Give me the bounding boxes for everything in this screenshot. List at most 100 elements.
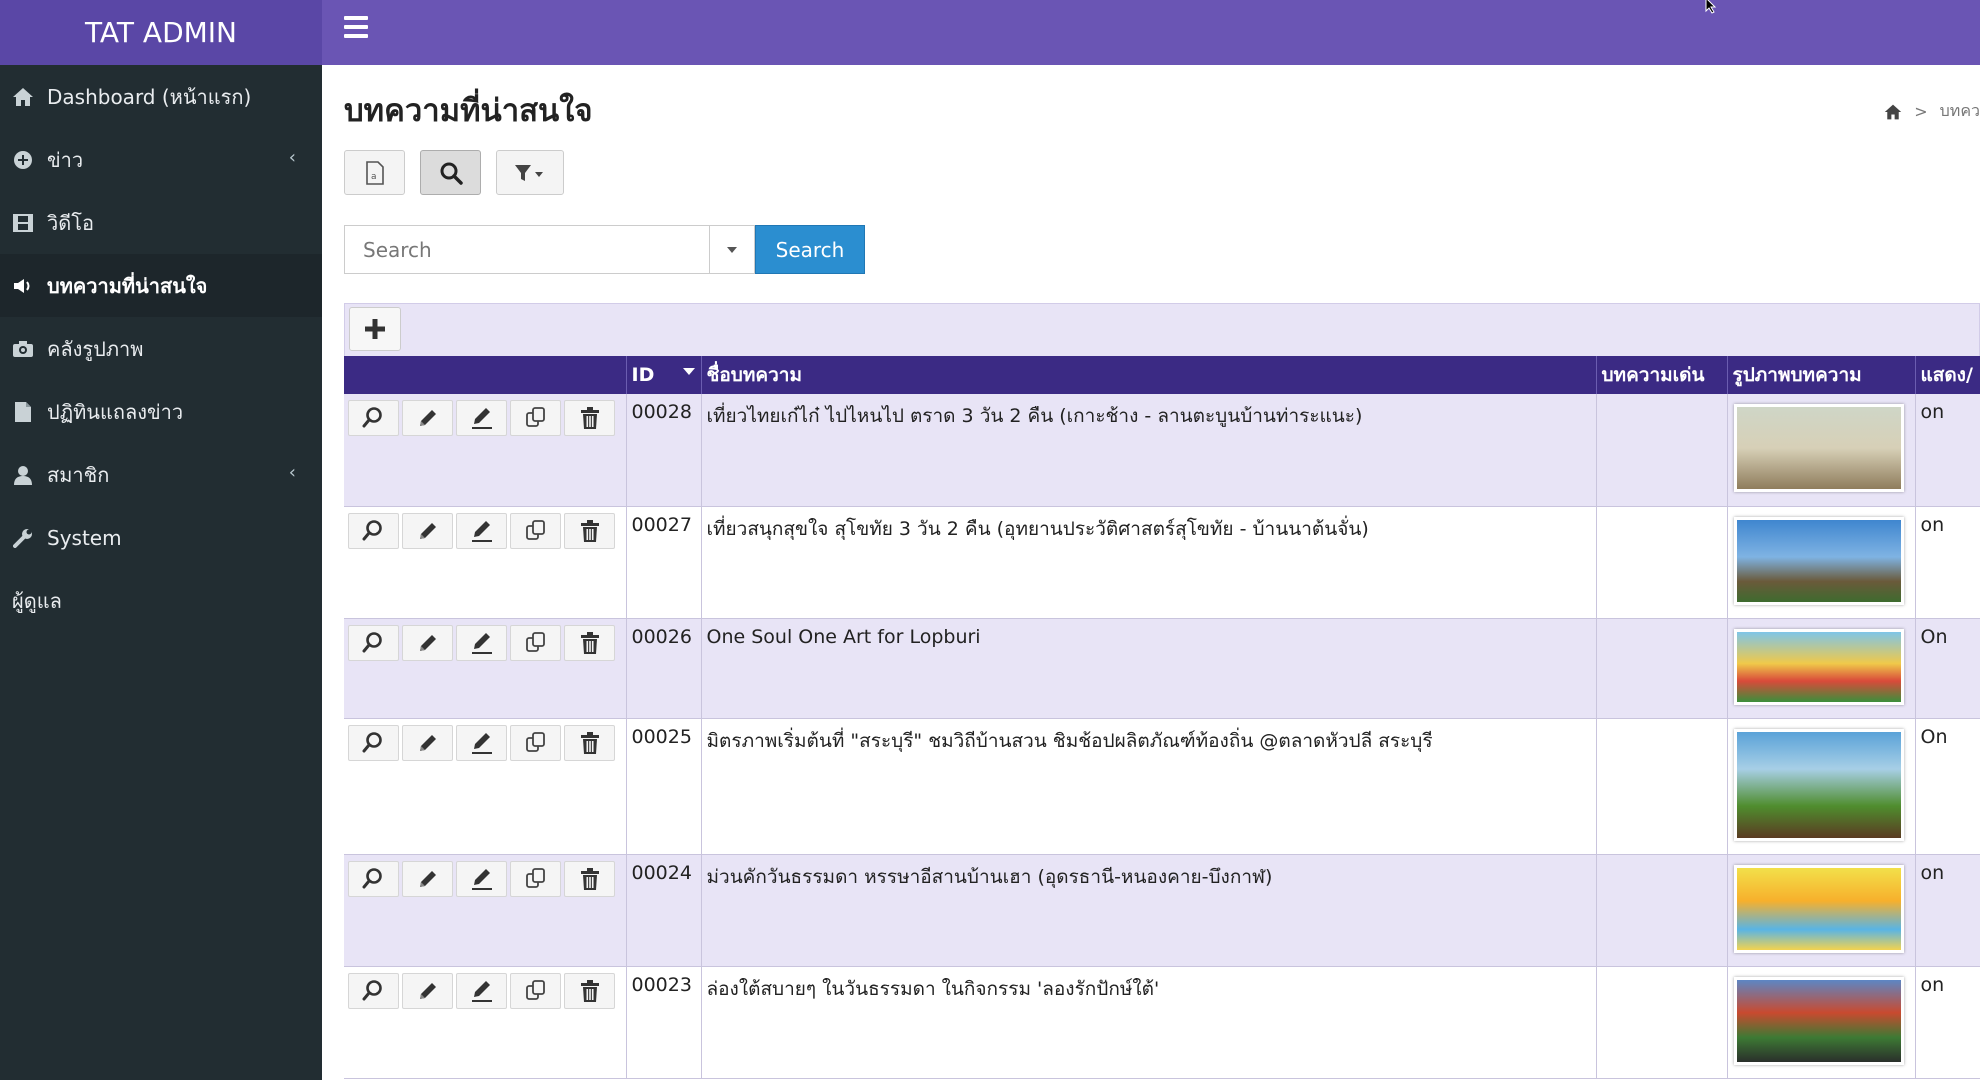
- row-actions-cell: [344, 506, 627, 619]
- copy-button[interactable]: [510, 860, 561, 897]
- edit-button[interactable]: [456, 512, 507, 549]
- delete-button[interactable]: [564, 860, 615, 897]
- copy-button[interactable]: [510, 972, 561, 1009]
- view-icon: [362, 867, 382, 888]
- cell-id: 00025: [626, 718, 702, 855]
- edit-button[interactable]: [456, 860, 507, 897]
- sidebar-item-admins[interactable]: ผู้ดูแล: [0, 569, 322, 632]
- grid-toolbar: [344, 303, 1980, 356]
- quick-edit-button[interactable]: [402, 972, 453, 1009]
- sidebar-item-gallery[interactable]: คลังรูปภาพ: [0, 317, 322, 380]
- copy-button[interactable]: [510, 400, 561, 436]
- article-thumbnail[interactable]: [1733, 864, 1904, 953]
- filter-button[interactable]: [496, 150, 564, 195]
- quick-edit-button[interactable]: [402, 860, 453, 897]
- quick-edit-button[interactable]: [402, 512, 453, 549]
- view-button[interactable]: [348, 860, 399, 897]
- column-header-featured[interactable]: บทความเด่น: [1596, 356, 1728, 394]
- edit-button[interactable]: [456, 724, 507, 761]
- view-button[interactable]: [348, 624, 399, 661]
- edit-button[interactable]: [456, 624, 507, 661]
- cell-id: 00023: [626, 966, 702, 1079]
- sidebar-item-articles[interactable]: บทความที่น่าสนใจ: [0, 254, 322, 317]
- add-record-button[interactable]: [349, 307, 401, 351]
- sidebar-item-label: Dashboard (หน้าแรก): [47, 84, 252, 109]
- cell-show: On: [1915, 618, 1980, 719]
- cell-title: มิตรภาพเริ่มต้นที่ "สระบุรี" ชมวิถีบ้านส…: [701, 718, 1597, 855]
- trash-icon: [580, 731, 599, 754]
- cell-show: on: [1915, 394, 1980, 507]
- delete-button[interactable]: [564, 972, 615, 1009]
- delete-button[interactable]: [564, 624, 615, 661]
- sidebar-item-label: System: [47, 525, 122, 550]
- copy-icon: [525, 731, 545, 752]
- delete-button[interactable]: [564, 400, 615, 436]
- sidebar-item-label: บทความที่น่าสนใจ: [47, 273, 208, 298]
- home-icon: [12, 86, 34, 108]
- quick-edit-button[interactable]: [402, 400, 453, 436]
- plus-circle-icon: [12, 149, 34, 171]
- column-header-show[interactable]: แสดง/: [1915, 356, 1980, 394]
- article-thumbnail[interactable]: [1733, 728, 1904, 841]
- caret-down-icon: [727, 246, 737, 253]
- main-content: บทความที่น่าสนใจ > บทคว a Search Search …: [322, 65, 1980, 1080]
- search-button[interactable]: Search: [755, 225, 865, 274]
- article-thumbnail[interactable]: [1733, 404, 1904, 492]
- copy-button[interactable]: [510, 624, 561, 661]
- menu-toggle-icon[interactable]: [344, 16, 368, 38]
- cell-show: on: [1915, 966, 1980, 1079]
- export-button[interactable]: a: [344, 150, 405, 195]
- table-row[interactable]: 00028 เที่ยวไทยเก๋ไก๋ ไปไหนไป ตราด 3 วัน …: [344, 394, 1980, 507]
- brand-logo[interactable]: TAT ADMIN: [0, 0, 322, 65]
- table-row[interactable]: 00023 ล่องใต้สบายๆ ในวันธรรมดา ในกิจกรรม …: [344, 966, 1980, 1079]
- table-row[interactable]: 00027 เที่ยวสนุกสุขใจ สุโขทัย 3 วัน 2 คืน…: [344, 506, 1980, 619]
- table-row[interactable]: 00024 ม่วนคักวันธรรมดา หรรษาอีสานบ้านเฮา …: [344, 854, 1980, 967]
- edit-icon: [471, 632, 492, 654]
- home-icon[interactable]: [1884, 103, 1902, 121]
- cell-title: ล่องใต้สบายๆ ในวันธรรมดา ในกิจกรรม 'ลองร…: [701, 966, 1597, 1079]
- search-toggle-button[interactable]: [420, 150, 481, 195]
- table-row[interactable]: 00025 มิตรภาพเริ่มต้นที่ "สระบุรี" ชมวิถี…: [344, 718, 1980, 855]
- search-bar: Search: [344, 225, 865, 274]
- column-header-id[interactable]: ID: [626, 356, 702, 394]
- copy-button[interactable]: [510, 724, 561, 761]
- sidebar-item-press-calendar[interactable]: ปฏิทินแถลงข่าว: [0, 380, 322, 443]
- user-icon: [12, 464, 34, 486]
- delete-button[interactable]: [564, 724, 615, 761]
- search-options-dropdown[interactable]: [709, 225, 755, 274]
- view-button[interactable]: [348, 400, 399, 436]
- breadcrumb-current[interactable]: บทคว: [1940, 99, 1980, 124]
- copy-icon: [525, 407, 545, 427]
- column-header-image[interactable]: รูปภาพบทความ: [1727, 356, 1916, 394]
- edit-button[interactable]: [456, 972, 507, 1009]
- sidebar-item-video[interactable]: วิดีโอ: [0, 191, 322, 254]
- row-actions-cell: [344, 966, 627, 1079]
- sidebar-item-members[interactable]: สมาชิก ‹: [0, 443, 322, 506]
- sidebar-item-news[interactable]: ข่าว ‹: [0, 128, 322, 191]
- quick-edit-button[interactable]: [402, 624, 453, 661]
- view-icon: [362, 407, 382, 428]
- article-thumbnail[interactable]: [1733, 516, 1904, 605]
- cell-featured: [1596, 394, 1728, 507]
- article-thumbnail[interactable]: [1733, 976, 1904, 1065]
- column-header-title[interactable]: ชื่อบทความ: [701, 356, 1597, 394]
- sidebar-item-dashboard[interactable]: Dashboard (หน้าแรก): [0, 65, 322, 128]
- breadcrumb: > บทคว: [1884, 99, 1980, 124]
- copy-button[interactable]: [510, 512, 561, 549]
- view-button[interactable]: [348, 512, 399, 549]
- cell-show: on: [1915, 506, 1980, 619]
- wrench-icon: [12, 527, 34, 549]
- cell-id: 00024: [626, 854, 702, 967]
- view-button[interactable]: [348, 724, 399, 761]
- quick-edit-button[interactable]: [402, 724, 453, 761]
- view-button[interactable]: [348, 972, 399, 1009]
- edit-button[interactable]: [456, 400, 507, 436]
- cell-title: เที่ยวสนุกสุขใจ สุโขทัย 3 วัน 2 คืน (อุท…: [701, 506, 1597, 619]
- sidebar-item-system[interactable]: System: [0, 506, 322, 569]
- delete-button[interactable]: [564, 512, 615, 549]
- article-thumbnail[interactable]: [1733, 628, 1904, 705]
- breadcrumb-separator: >: [1914, 102, 1928, 121]
- search-input[interactable]: [344, 225, 709, 274]
- table-row[interactable]: 00026 One Soul One Art for Lopburi On: [344, 618, 1980, 719]
- cell-featured: [1596, 618, 1728, 719]
